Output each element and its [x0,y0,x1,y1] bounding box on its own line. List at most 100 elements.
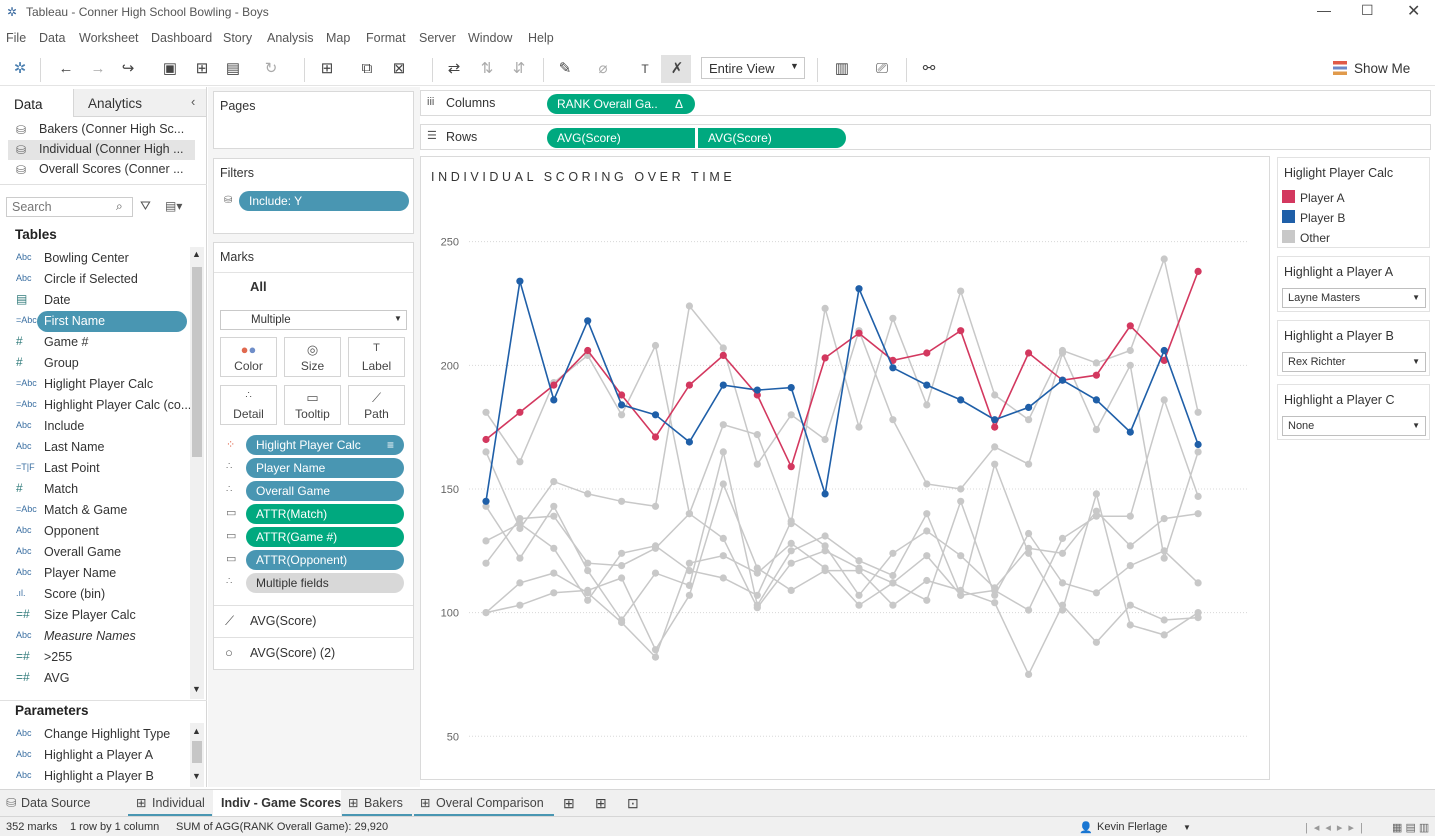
sort-desc-icon[interactable]: ⇵ [510,60,528,78]
data-point[interactable] [651,411,660,419]
data-point[interactable] [1160,515,1168,523]
data-point[interactable] [1025,460,1033,468]
data-point[interactable] [1126,322,1134,330]
data-point[interactable] [787,463,795,471]
new-dashboard-icon[interactable]: ⊞ [595,790,607,817]
data-point[interactable] [685,559,693,567]
data-point[interactable] [1194,267,1202,275]
data-point[interactable] [855,329,863,337]
marks-card-line[interactable]: AVG(Score) [250,614,316,628]
menu-analysis[interactable]: Analysis [267,31,314,45]
data-point[interactable] [821,304,829,312]
data-point[interactable] [1194,492,1202,500]
column-pill[interactable]: RANK Overall Ga.. Δ [547,94,695,114]
data-point[interactable] [923,401,931,409]
field-item[interactable]: =Abc Match & Game [0,500,190,521]
scroll-up-icon[interactable]: ▲ [192,249,201,259]
filter-pill[interactable]: Include: Y [239,191,409,211]
data-point[interactable] [1160,396,1168,404]
pages-shelf[interactable]: Pages [213,91,414,149]
search-input[interactable] [6,197,133,217]
tableau-home-icon[interactable]: ✲ [11,60,29,78]
data-point[interactable] [482,408,490,416]
data-point[interactable] [550,396,558,404]
series-line[interactable] [485,280,1199,502]
field-item[interactable]: Abc Overall Game [0,542,190,563]
data-point[interactable] [889,549,897,557]
data-point[interactable] [821,354,829,362]
minimize-icon[interactable]: — [1317,2,1331,18]
data-point[interactable] [550,544,558,552]
menu-server[interactable]: Server [419,31,456,45]
data-point[interactable] [516,408,524,416]
data-point[interactable] [482,448,490,456]
data-point[interactable] [923,552,931,560]
param-dropdown-player-c[interactable]: None ▼ [1282,416,1426,436]
duplicate-icon[interactable]: ⧉ [358,60,376,78]
data-point[interactable] [584,317,592,325]
data-point[interactable] [651,341,660,350]
data-point[interactable] [685,302,693,310]
data-point[interactable] [753,569,761,577]
data-point[interactable] [1160,547,1168,555]
data-point[interactable] [957,287,965,295]
data-point[interactable] [923,381,931,389]
data-point[interactable] [923,576,931,585]
data-point[interactable] [957,552,965,560]
pause-updates-icon[interactable]: ▤ [224,60,242,78]
mark-pill-match[interactable]: ATTR(Match) [246,504,404,524]
data-point[interactable] [753,386,761,394]
field-item[interactable]: =Abc Highlight Player Calc (co... [0,395,190,416]
replay-icon[interactable]: ↪ [119,60,137,78]
data-point[interactable] [855,567,863,575]
data-point[interactable] [618,562,626,570]
color-button[interactable]: ●● Color [220,337,277,377]
data-point[interactable] [719,344,727,352]
scroll-down-icon[interactable]: ▼ [192,771,201,781]
data-point[interactable] [584,559,592,567]
menu-data[interactable]: Data [39,31,65,45]
new-story-icon[interactable]: ⊡ [627,790,639,817]
data-point[interactable] [1194,609,1202,617]
data-point[interactable] [1025,670,1033,679]
data-point[interactable] [923,596,931,604]
data-point[interactable] [753,460,761,468]
data-point[interactable] [584,346,592,355]
field-item[interactable]: =# >255 [0,647,190,668]
data-point[interactable] [1025,349,1033,357]
field-item[interactable]: Abc Include [0,416,190,437]
data-point[interactable] [1025,529,1033,538]
path-button[interactable]: ⟋ Path [348,385,405,425]
data-point[interactable] [787,547,795,555]
data-point[interactable] [787,586,795,594]
data-point[interactable] [1126,512,1134,520]
data-point[interactable] [719,534,727,542]
collapse-icon[interactable]: ‹ [191,94,195,109]
mark-type-dropdown[interactable]: Multiple ▼ [220,310,407,330]
data-point[interactable] [719,381,727,389]
data-point[interactable] [1194,510,1202,518]
data-point[interactable] [685,510,693,518]
field-item[interactable]: =Abc First Name [16,311,187,332]
data-point[interactable] [821,564,829,572]
legend-item-label[interactable]: Player A [1300,191,1345,205]
filter-icon[interactable]: ⛛ [140,198,151,214]
scroll-up-icon[interactable]: ▲ [192,726,201,736]
rows-shelf[interactable]: ☰ Rows AVG(Score) AVG(Score) [420,124,1431,150]
data-point[interactable] [889,364,897,372]
data-point[interactable] [1126,346,1134,355]
data-point[interactable] [991,443,999,451]
data-point[interactable] [1058,549,1067,557]
data-point[interactable] [1126,601,1134,609]
data-point[interactable] [1160,616,1168,624]
data-point[interactable] [821,490,829,498]
data-point[interactable] [516,458,524,466]
undo-icon[interactable]: ← [57,60,75,78]
data-point[interactable] [753,604,761,612]
field-item[interactable]: # Group [0,353,190,374]
tooltip-button[interactable]: ▭ Tooltip [284,385,341,425]
data-point[interactable] [584,490,592,498]
data-point[interactable] [1194,448,1202,456]
data-point[interactable] [651,569,660,577]
columns-shelf[interactable]: iii Columns RANK Overall Ga.. Δ [420,90,1431,116]
